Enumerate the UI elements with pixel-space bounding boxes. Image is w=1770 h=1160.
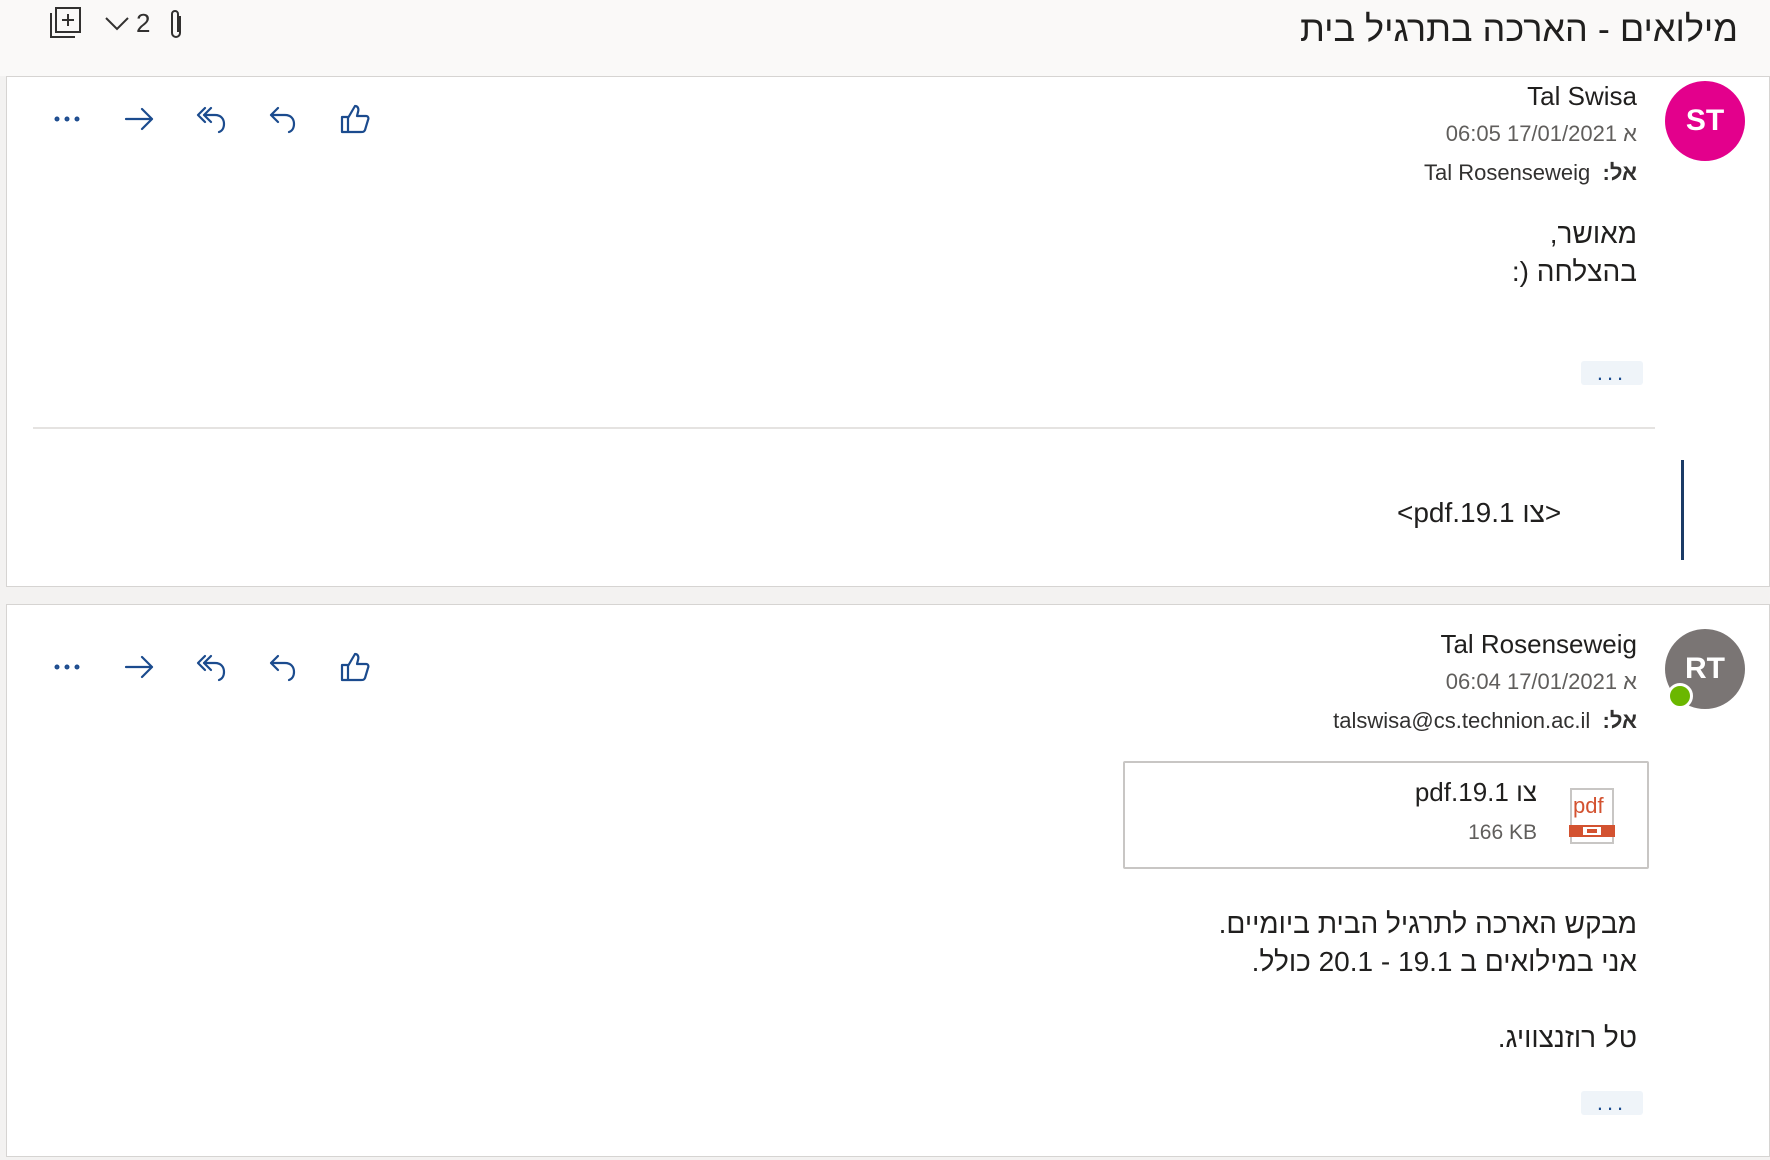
chevron-down-icon[interactable] [104,14,130,34]
reply-all-icon[interactable] [189,97,233,141]
message-card[interactable]: RT Tal Rosenseweig א 17/01/2021 06:04 אל… [6,604,1770,1157]
like-icon[interactable] [333,97,377,141]
forward-icon[interactable] [117,645,161,689]
sender-name[interactable]: Tal Rosenseweig [1440,629,1637,660]
quote-bar [1681,460,1684,560]
message-body: מאושר, בהצלחה (: [1512,215,1637,291]
message-card[interactable]: ST Tal Swisa א 17/01/2021 06:05 אל: Tal … [6,76,1770,587]
reply-all-icon[interactable] [189,645,233,689]
like-icon[interactable] [333,645,377,689]
to-label: אל: [1602,708,1637,733]
presence-icon [1667,683,1693,709]
forward-icon[interactable] [117,97,161,141]
sender-name[interactable]: Tal Swisa [1527,81,1637,112]
message-date: א 17/01/2021 06:04 [1445,669,1637,694]
message-count: 2 [136,8,151,38]
recipient-line: אל: talswisa@cs.technion.ac.il [1333,708,1637,734]
show-more-button[interactable]: ... [1581,1091,1643,1115]
attachment-name[interactable]: צו 19.1.pdf [1415,777,1537,808]
message-body: מבקש הארכה לתרגיל הבית ביומיים. אני במיל… [1219,905,1637,1057]
pdf-icon-label: pdf [1573,793,1604,818]
recipient-name[interactable]: Tal Rosenseweig [1424,160,1590,185]
recipient-line: אל: Tal Rosenseweig [1424,160,1637,186]
body-line: בהצלחה (: [1511,256,1637,287]
body-line [1219,981,1637,1019]
more-icon[interactable] [45,97,89,141]
body-line: מאושר, [1549,218,1637,249]
body-line: מבקש הארכה לתרגיל הבית ביומיים. [1218,908,1637,939]
attachment-card[interactable]: pdf צו 19.1.pdf 166 KB [1123,761,1649,869]
more-icon[interactable] [45,645,89,689]
to-label: אל: [1602,160,1637,185]
recipient-email[interactable]: talswisa@cs.technion.ac.il [1333,708,1590,733]
show-more-button[interactable]: ... [1581,361,1643,385]
reply-icon[interactable] [261,97,305,141]
conversation-subject: מילואים - הארכה בתרגיל בית [1300,8,1738,49]
quoted-attachment-text: <pdf.19.1 צו> [1397,497,1562,528]
avatar[interactable]: ST [1665,81,1745,161]
divider [33,427,1655,429]
reply-icon[interactable] [261,645,305,689]
body-line: טל רוזנצוויג. [1497,1022,1637,1053]
expand-all-icon[interactable] [48,6,82,40]
attachment-size: 166 KB [1468,821,1537,844]
attachment-icon [166,8,186,42]
message-date: א 17/01/2021 06:05 [1445,121,1637,146]
pdf-icon: pdf [1567,787,1617,845]
body-line: אני במילואים ב 19.1 - 20.1 כולל. [1251,946,1637,977]
conversation-header: 2 מילואים - הארכה בתרגיל בית [0,0,1770,76]
